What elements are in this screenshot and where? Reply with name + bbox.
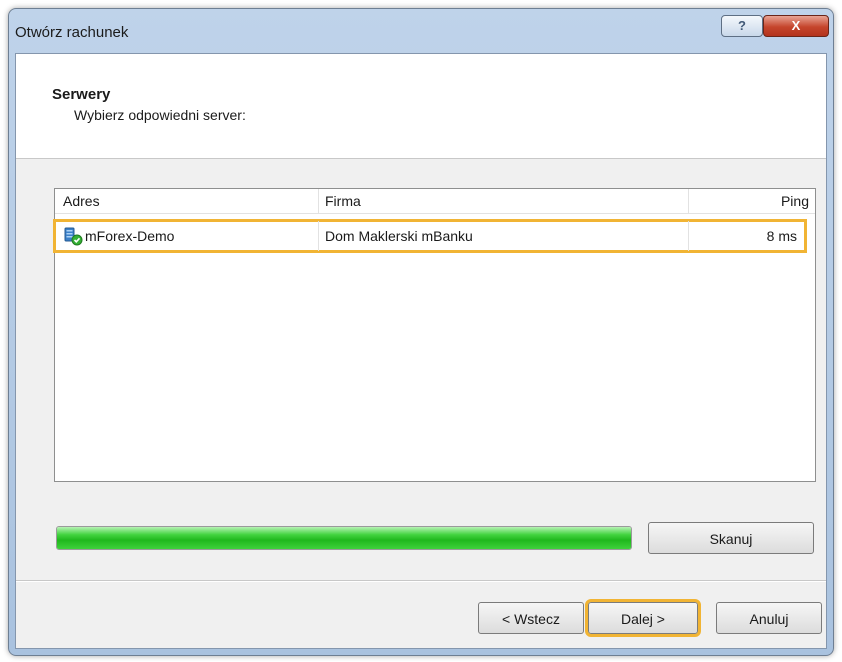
page-subtitle: Wybierz odpowiedni server: [74,107,246,123]
server-list[interactable]: Adres Firma Ping mForex-Demo Dom Maklers… [53,188,816,482]
server-icon [64,227,83,246]
next-button[interactable]: Dalej > [585,599,701,637]
server-ping: 8 ms [766,228,797,244]
server-company: Dom Maklerski mBanku [319,221,689,251]
page-title: Serwery [52,86,111,103]
window-title: Otwórz rachunek [15,24,129,41]
dialog-window: Otwórz rachunek ? X Serwery Wybierz odpo… [8,8,834,656]
footer-divider [16,580,826,582]
column-header-firma[interactable]: Firma [319,189,689,213]
server-address: mForex-Demo [85,228,175,244]
scan-progress-bar [56,526,632,550]
help-button[interactable]: ? [721,15,763,37]
close-icon: X [791,18,801,33]
cancel-button[interactable]: Anuluj [716,602,822,634]
wizard-header: Serwery Wybierz odpowiedni server: [16,54,826,159]
cell-adres: mForex-Demo [55,221,319,251]
column-header-adres[interactable]: Adres [55,189,319,213]
progress-fill [57,527,631,549]
column-header-ping[interactable]: Ping [689,189,815,213]
list-header: Adres Firma Ping [55,189,815,214]
dialog-body: Serwery Wybierz odpowiedni server: Adres… [15,53,827,649]
back-button[interactable]: < Wstecz [478,602,584,634]
title-bar[interactable]: Otwórz rachunek ? X [9,9,833,53]
server-row-selected[interactable]: mForex-Demo Dom Maklerski mBanku 8 ms [53,219,807,253]
question-mark-icon: ? [738,18,746,33]
close-button[interactable]: X [763,15,829,37]
scan-button[interactable]: Skanuj [648,522,814,554]
